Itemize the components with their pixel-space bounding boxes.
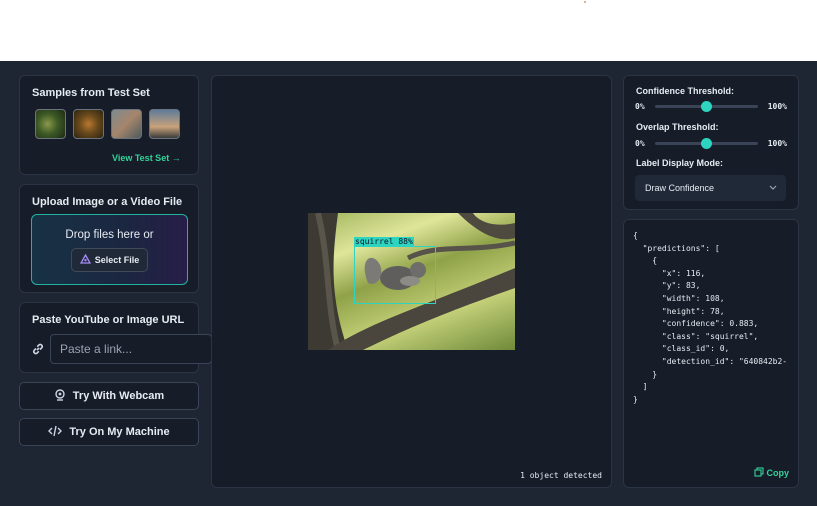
app-area: Samples from Test Set View Test Set → Up… bbox=[0, 61, 817, 506]
try-webcam-button[interactable]: Try With Webcam bbox=[19, 382, 199, 410]
overlap-min-label: 0% bbox=[635, 139, 645, 148]
confidence-max-label: 100% bbox=[767, 102, 787, 111]
detection-box bbox=[354, 246, 436, 304]
overlap-track[interactable] bbox=[654, 138, 758, 149]
url-input[interactable]: Paste a link... bbox=[50, 334, 212, 364]
overlap-slider[interactable]: 0% 100% bbox=[635, 138, 787, 149]
decorative-dot bbox=[584, 1, 586, 3]
confidence-min-label: 0% bbox=[635, 102, 645, 111]
url-title: Paste YouTube or Image URL bbox=[32, 314, 185, 326]
upload-panel: Upload Image or a Video File Drop files … bbox=[19, 184, 199, 293]
overlap-max-label: 100% bbox=[767, 139, 787, 148]
overlap-label: Overlap Threshold: bbox=[636, 122, 719, 132]
dropzone-text: Drop files here or bbox=[65, 229, 154, 241]
copy-label: Copy bbox=[766, 468, 790, 478]
upload-icon bbox=[79, 253, 91, 266]
upload-title: Upload Image or a Video File bbox=[32, 196, 183, 208]
file-dropzone[interactable]: Drop files here or Select File bbox=[31, 214, 188, 285]
samples-panel: Samples from Test Set View Test Set → bbox=[19, 75, 199, 175]
try-webcam-label: Try With Webcam bbox=[72, 390, 165, 402]
sample-thumbnail-2[interactable] bbox=[73, 109, 104, 139]
chevron-down-icon bbox=[769, 175, 777, 211]
json-output: { "predictions": [ { "x": 116, "y": 83, … bbox=[633, 231, 788, 404]
select-file-button[interactable]: Select File bbox=[71, 248, 148, 272]
confidence-label: Confidence Threshold: bbox=[636, 86, 735, 96]
overlap-slider-handle[interactable] bbox=[701, 138, 713, 149]
settings-panel: Confidence Threshold: 0% 100% Overlap Th… bbox=[623, 75, 799, 210]
try-on-machine-label: Try On My Machine bbox=[69, 426, 170, 438]
preview-panel: squirrel 88% 1 object detected bbox=[211, 75, 612, 488]
confidence-track[interactable] bbox=[654, 101, 758, 112]
sample-thumbnails bbox=[35, 109, 180, 139]
code-icon bbox=[48, 425, 63, 440]
url-panel: Paste YouTube or Image URL Paste a link.… bbox=[19, 302, 212, 373]
detection-label: squirrel 88% bbox=[354, 237, 414, 247]
webcam-icon bbox=[54, 388, 66, 404]
display-mode-value: Draw Confidence bbox=[645, 183, 715, 193]
detection-status: 1 object detected bbox=[520, 471, 602, 480]
confidence-slider[interactable]: 0% 100% bbox=[635, 101, 787, 112]
page-top-area bbox=[0, 0, 817, 61]
link-icon bbox=[31, 342, 45, 361]
sample-thumbnail-4[interactable] bbox=[149, 109, 180, 139]
display-mode-select[interactable]: Draw Confidence bbox=[635, 175, 786, 201]
view-test-set-link[interactable]: View Test Set → bbox=[112, 153, 181, 163]
preview-image: squirrel 88% bbox=[308, 213, 515, 350]
output-panel: { "predictions": [ { "x": 116, "y": 83, … bbox=[623, 219, 799, 488]
sample-thumbnail-1[interactable] bbox=[35, 109, 66, 139]
copy-button[interactable]: Copy bbox=[753, 467, 790, 479]
copy-icon bbox=[753, 467, 764, 479]
display-mode-label: Label Display Mode: bbox=[636, 158, 724, 168]
sample-thumbnail-3[interactable] bbox=[111, 109, 142, 139]
samples-title: Samples from Test Set bbox=[32, 87, 150, 99]
try-on-machine-button[interactable]: Try On My Machine bbox=[19, 418, 199, 446]
confidence-slider-handle[interactable] bbox=[701, 101, 713, 112]
select-file-label: Select File bbox=[94, 255, 140, 265]
